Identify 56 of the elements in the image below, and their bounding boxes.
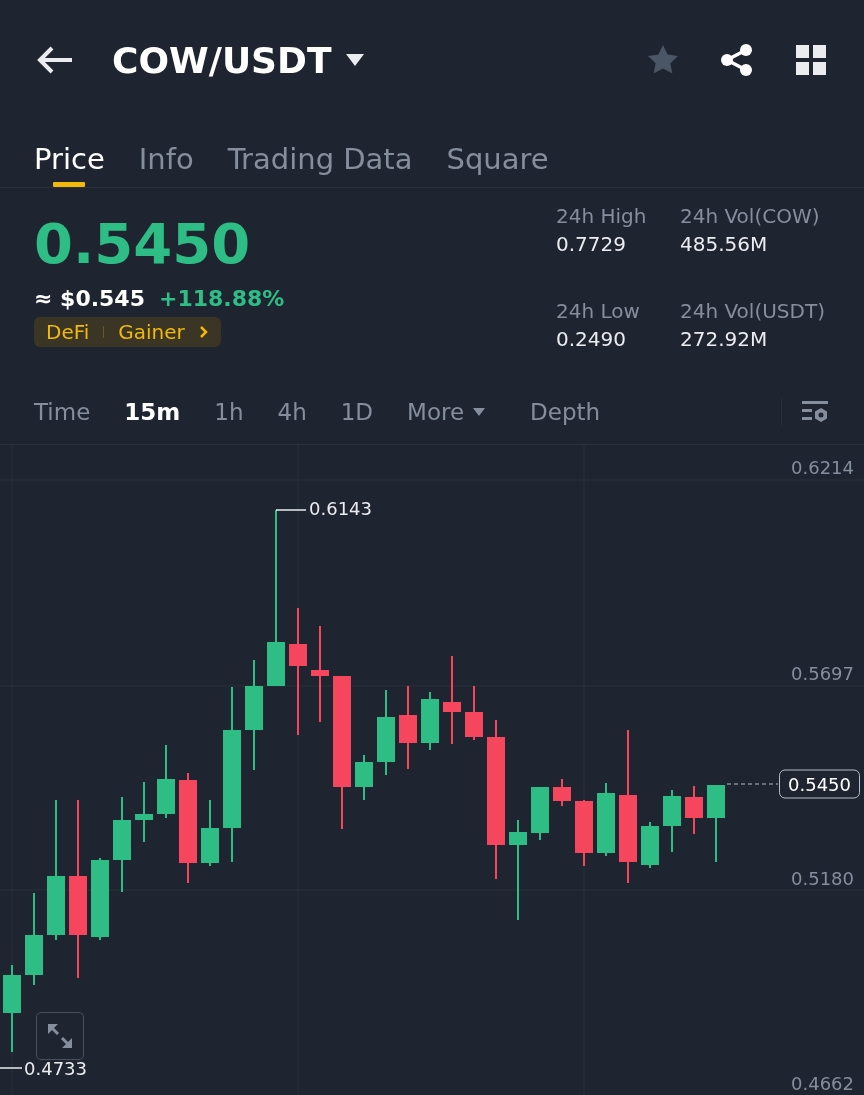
axis-label: 0.5180: [791, 867, 854, 889]
current-price-line: [726, 783, 779, 785]
depth-tab[interactable]: Depth: [530, 399, 601, 425]
interval-tab[interactable]: Time: [34, 399, 91, 425]
candle: [663, 789, 681, 853]
tag-label: DeFi: [46, 320, 90, 344]
candle: [421, 691, 439, 751]
candle: [553, 778, 571, 807]
expand-icon: [45, 1021, 75, 1051]
back-arrow-icon[interactable]: [36, 45, 74, 75]
expand-button[interactable]: [36, 1012, 84, 1060]
chevron-icon: [198, 325, 209, 339]
tab[interactable]: Trading Data: [227, 120, 413, 187]
stat-label: 24h High: [556, 204, 648, 228]
more-dropdown[interactable]: More: [407, 399, 487, 425]
interval-tab[interactable]: 15m: [124, 399, 181, 425]
caret-icon: [472, 407, 487, 417]
axis-label: 0.6214: [791, 456, 854, 478]
tab[interactable]: Info: [138, 120, 194, 187]
axis-label: 0.5697: [791, 662, 854, 684]
fiat-price: ≈ $0.545: [34, 286, 145, 311]
leader-line: [0, 1067, 23, 1069]
candle: [465, 685, 483, 741]
high-marker: 0.6143: [309, 497, 372, 519]
candle: [201, 799, 219, 867]
candle: [355, 754, 373, 801]
stat-label: 24h Vol(USDT): [680, 299, 826, 323]
candle: [135, 781, 153, 843]
tab[interactable]: Price: [34, 120, 105, 187]
candle: [685, 785, 703, 835]
chart-settings-icon[interactable]: [800, 399, 830, 425]
stat-value: 0.2490: [556, 327, 627, 351]
pair-title: COW/USDT: [112, 39, 332, 81]
tab[interactable]: Square: [446, 120, 549, 187]
interval-tab[interactable]: 1D: [340, 399, 374, 425]
candle: [575, 799, 593, 867]
current-price-tag: 0.5450: [779, 769, 860, 799]
stat-label: 24h Low: [556, 299, 641, 323]
tag-label: Gainer: [118, 320, 185, 344]
candle: [641, 821, 659, 869]
stat-value: 272.92M: [680, 327, 769, 351]
share-icon[interactable]: [720, 43, 754, 77]
stat-value: 485.56M: [680, 232, 769, 256]
interval-tab[interactable]: 4h: [277, 399, 307, 425]
last-price: 0.5450: [34, 212, 252, 276]
axis-label: 0.4662: [791, 1072, 854, 1094]
grid-icon[interactable]: [794, 43, 828, 77]
tag-chip[interactable]: DeFi Gainer: [34, 317, 221, 347]
interval-tab[interactable]: 1h: [214, 399, 244, 425]
low-marker: 0.4733: [24, 1057, 87, 1079]
stat-value: 0.7729: [556, 232, 627, 256]
caret-icon[interactable]: [345, 53, 366, 67]
candle: [531, 786, 549, 841]
price-change: +118.88%: [159, 286, 285, 311]
leader-line: [275, 509, 307, 511]
stat-label: 24h Vol(COW): [680, 204, 821, 228]
